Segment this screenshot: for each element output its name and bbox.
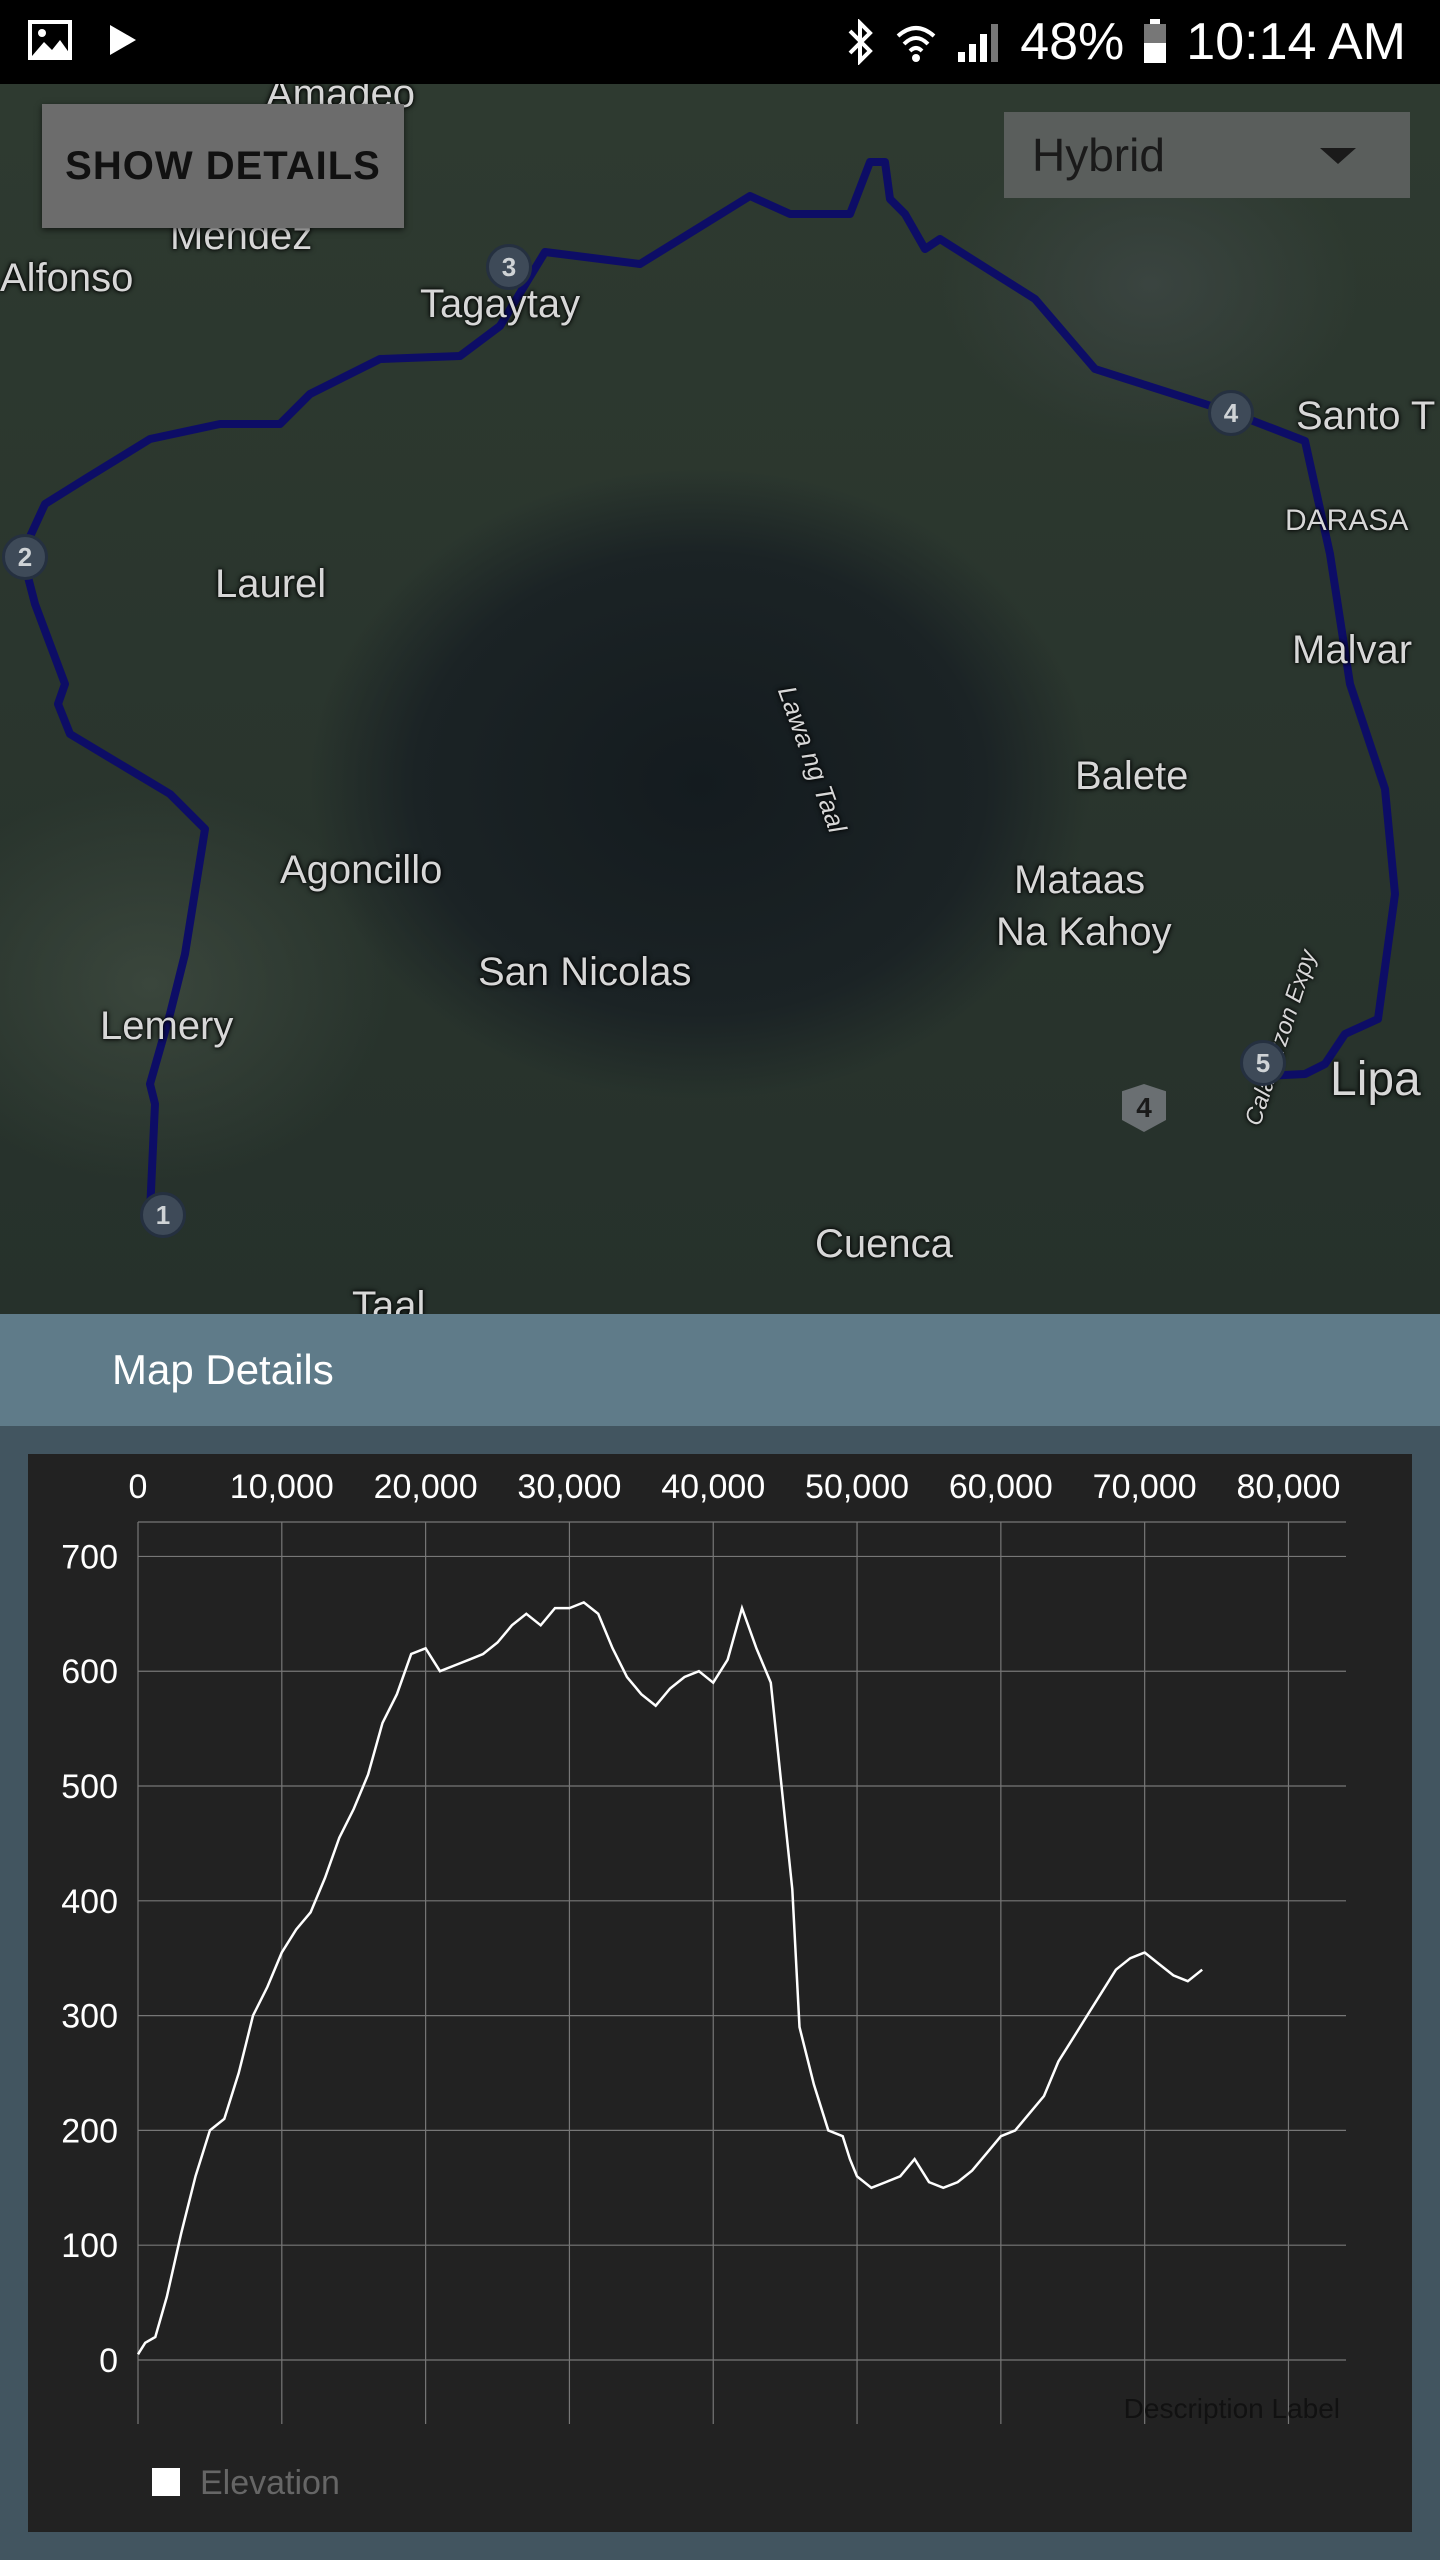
map-label-taal: Taal bbox=[352, 1284, 426, 1314]
battery-percent: 48% bbox=[1020, 13, 1125, 71]
elevation-chart[interactable]: 0 10,000 20,000 30,000 40,000 50,000 60,000 70,… bbox=[28, 1454, 1412, 2532]
map-label-san-nicolas: San Nicolas bbox=[478, 950, 692, 994]
x-tick-label: 60,000 bbox=[949, 1468, 1053, 1506]
x-tick-label: 40,000 bbox=[661, 1468, 765, 1506]
map-label-cuenca: Cuenca bbox=[815, 1222, 953, 1266]
chart-grid bbox=[137, 1521, 1346, 2424]
play-icon bbox=[110, 25, 136, 55]
route-marker-3[interactable]: 3 bbox=[486, 244, 532, 290]
route-polyline bbox=[18, 158, 1399, 1213]
legend-swatch bbox=[152, 2468, 180, 2496]
x-tick-label: 30,000 bbox=[517, 1468, 621, 1506]
route-marker-5[interactable]: 5 bbox=[1240, 1040, 1286, 1086]
x-tick-label: 70,000 bbox=[1093, 1468, 1197, 1506]
map-label-malvar: Malvar bbox=[1292, 628, 1413, 672]
map-label-darasa: DARASA bbox=[1285, 504, 1409, 537]
y-tick-label: 400 bbox=[61, 1883, 118, 1921]
wifi-icon bbox=[896, 26, 936, 62]
y-tick-label: 200 bbox=[61, 2112, 118, 2150]
map-label-balete: Balete bbox=[1075, 754, 1189, 798]
clock: 10:14 AM bbox=[1186, 13, 1406, 71]
route-marker-4[interactable]: 4 bbox=[1208, 390, 1254, 436]
y-axis-ticks: 700 600 500 400 300 200 100 0 bbox=[61, 1538, 118, 2380]
signal-icon bbox=[958, 24, 999, 62]
map-type-value: Hybrid bbox=[1032, 129, 1165, 181]
map-type-dropdown[interactable]: Hybrid bbox=[1004, 112, 1410, 198]
map-label-agoncillo: Agoncillo bbox=[280, 848, 443, 892]
route-marker-1[interactable]: 1 bbox=[140, 1192, 186, 1238]
show-details-button[interactable]: SHOW DETAILS bbox=[42, 104, 404, 228]
x-tick-label: 20,000 bbox=[374, 1468, 478, 1506]
map-label-laurel: Laurel bbox=[215, 562, 327, 606]
battery-icon bbox=[1144, 19, 1167, 63]
x-tick-label: 80,000 bbox=[1236, 1468, 1340, 1506]
bluetooth-icon bbox=[848, 19, 874, 65]
y-tick-label: 500 bbox=[61, 1768, 118, 1806]
details-title: Map Details bbox=[112, 1346, 334, 1393]
map-label-lemery: Lemery bbox=[100, 1004, 234, 1048]
status-bar: 48% 10:14 AM bbox=[0, 0, 1440, 84]
map-label-tagaytay: Tagaytay bbox=[420, 282, 581, 326]
elevation-series-line bbox=[136, 1600, 1203, 2355]
y-tick-label: 100 bbox=[61, 2227, 118, 2265]
x-tick-label: 10,000 bbox=[230, 1468, 334, 1506]
x-tick-label: 0 bbox=[129, 1468, 148, 1506]
chart-description: Description Label bbox=[1124, 2393, 1340, 2424]
route-marker-2[interactable]: 2 bbox=[2, 534, 48, 580]
x-tick-label: 50,000 bbox=[805, 1468, 909, 1506]
map-label-lipa: Lipa bbox=[1330, 1053, 1421, 1106]
map-label-mataas: Mataas bbox=[1014, 858, 1146, 902]
map-label-alfonso: Alfonso bbox=[0, 256, 134, 300]
dropdown-arrow-icon bbox=[1320, 148, 1356, 164]
y-tick-label: 0 bbox=[99, 2342, 118, 2380]
y-tick-label: 700 bbox=[61, 1538, 118, 1576]
chart-svg: 0 10,000 20,000 30,000 40,000 50,000 60,000 70,… bbox=[61, 1468, 1346, 2502]
image-icon bbox=[28, 20, 72, 60]
map-view[interactable]: Amadeo Mendez Alfonso Tagaytay Santo T D… bbox=[0, 84, 1440, 1314]
legend-label: Elevation bbox=[200, 2464, 340, 2502]
details-header: Map Details bbox=[0, 1314, 1440, 1426]
map-label-santo-tomas: Santo T bbox=[1296, 394, 1436, 438]
x-axis-ticks: 0 10,000 20,000 30,000 40,000 50,000 60,000 70,… bbox=[129, 1468, 1341, 1506]
y-tick-label: 300 bbox=[61, 1998, 118, 2036]
map-label-na-kahoy: Na Kahoy bbox=[996, 910, 1172, 954]
y-tick-label: 600 bbox=[61, 1653, 118, 1691]
